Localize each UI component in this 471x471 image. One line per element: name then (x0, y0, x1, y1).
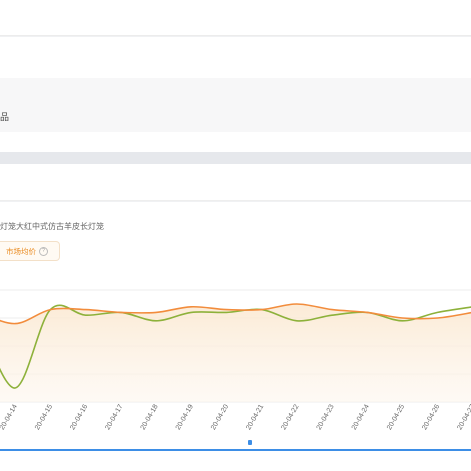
tab-label: 市场均价 (6, 246, 36, 256)
tab-market-average-price[interactable]: 市场均价 ? (0, 241, 60, 261)
zoom-slider-track[interactable] (0, 436, 471, 448)
product-title: 灯笼大红中式仿古羊皮长灯笼 (0, 222, 104, 231)
area-fill (0, 304, 471, 402)
zoom-slider-handle[interactable] (248, 440, 252, 445)
section-divider (0, 152, 471, 164)
sub-panel (0, 37, 471, 78)
price-trend-chart: 20-04-1320-04-1420-04-1520-04-1620-04-17… (0, 289, 471, 431)
x-tick-label: 20-04-25 (386, 403, 406, 431)
filter-panel (0, 78, 471, 132)
x-tick-label: 20-04-27 (456, 403, 471, 431)
x-tick-label: 20-04-18 (140, 403, 160, 431)
x-tick-label: 20-04-26 (421, 403, 441, 431)
x-tick-label: 20-04-19 (175, 403, 195, 431)
x-tick-label: 20-04-16 (69, 403, 89, 431)
zoom-slider-bar[interactable] (0, 449, 471, 451)
x-tick-label: 20-04-15 (34, 403, 54, 431)
section-header (0, 164, 471, 201)
x-tick-label: 20-04-14 (0, 403, 19, 431)
x-tick-label: 20-04-23 (316, 403, 336, 431)
divider-panel (0, 132, 471, 152)
x-tick-label: 20-04-22 (280, 403, 300, 431)
question-circle-icon[interactable]: ? (39, 246, 48, 256)
x-tick-label: 20-04-21 (245, 403, 265, 431)
top-panel (0, 0, 471, 36)
x-tick-label: 20-04-20 (210, 403, 230, 431)
filter-text: 品 (0, 112, 10, 122)
x-tick-label: 20-04-17 (104, 403, 124, 431)
x-tick-label: 20-04-24 (351, 403, 371, 431)
